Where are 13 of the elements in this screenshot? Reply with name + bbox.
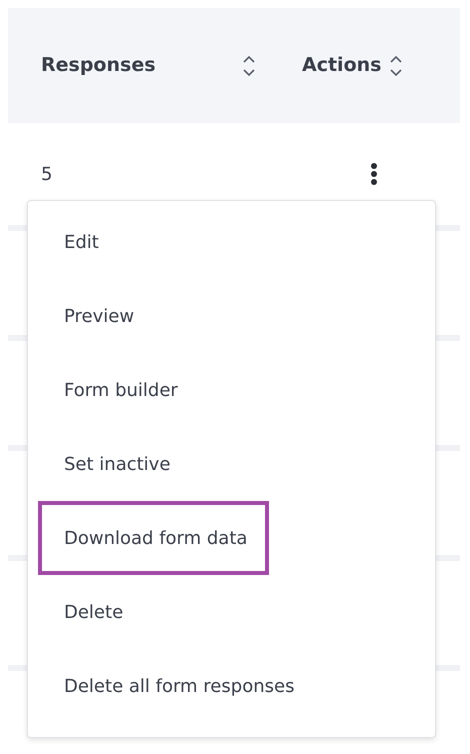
more-options-button[interactable]	[370, 162, 378, 186]
menu-item[interactable]: Edit	[38, 205, 121, 279]
table-cell-text: 5	[41, 162, 54, 186]
menu-item[interactable]: Form builder	[38, 353, 200, 427]
menu-item[interactable]: Delete	[38, 575, 146, 649]
menu-item[interactable]: Preview	[38, 279, 156, 353]
column-header[interactable]: Actions	[302, 51, 382, 80]
menu-item[interactable]: Download form data	[38, 501, 270, 575]
sort-icon[interactable]	[242, 54, 256, 78]
column-header[interactable]: Responses	[41, 51, 156, 80]
menu-item[interactable]: Set inactive	[38, 427, 192, 501]
menu-item[interactable]: Delete all form responses	[38, 649, 316, 723]
sort-icon[interactable]	[389, 54, 404, 78]
